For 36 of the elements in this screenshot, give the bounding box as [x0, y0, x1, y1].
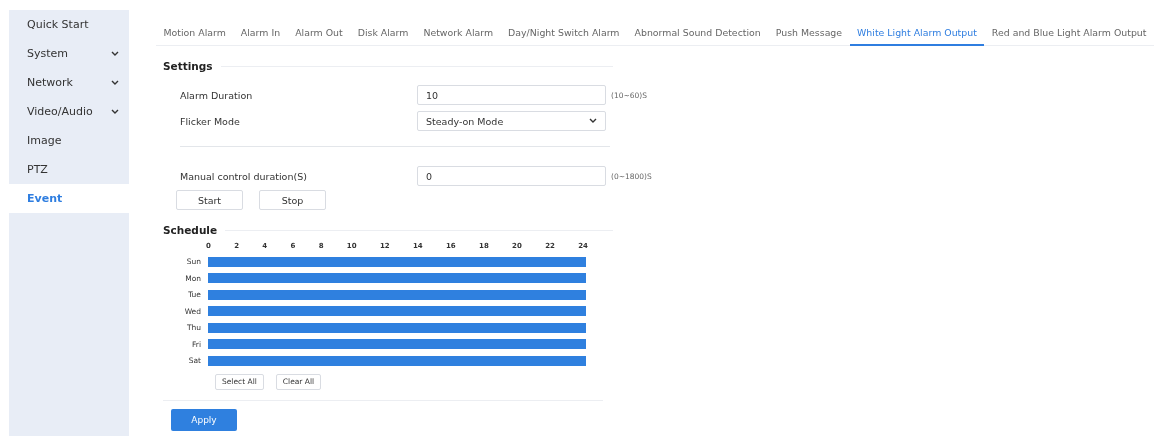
section-title: Settings: [163, 60, 213, 72]
tab[interactable]: Push Message: [768, 24, 850, 46]
field-label: Flicker Mode: [180, 115, 241, 127]
tab[interactable]: Network Alarm: [415, 24, 501, 46]
schedule-bar[interactable]: [208, 289, 586, 300]
section-title: Schedule: [163, 224, 218, 236]
chevron-down-icon: [589, 118, 597, 124]
action-button[interactable]: Stop: [259, 190, 326, 210]
schedule-bar[interactable]: [208, 256, 586, 267]
sidebar-item[interactable]: Image: [9, 126, 129, 155]
sidebar-item[interactable]: System: [9, 39, 129, 68]
schedule-bar[interactable]: [208, 355, 586, 366]
sidebar-item[interactable]: Network: [9, 68, 129, 97]
apply-button[interactable]: Apply: [171, 408, 237, 431]
input-field[interactable]: 10: [417, 85, 606, 105]
tab[interactable]: Motion Alarm: [156, 24, 234, 46]
sidebar-item[interactable]: Video/Audio: [9, 97, 129, 126]
schedule-bar[interactable]: [208, 322, 586, 333]
sidebar-item[interactable]: Quick Start: [9, 10, 129, 39]
tab[interactable]: Red and Blue Light Alarm Output: [984, 24, 1154, 46]
field-label: Manual control duration(S): [180, 170, 308, 182]
tab[interactable]: Abnormal Sound Detection: [627, 24, 769, 46]
tab[interactable]: Alarm In: [233, 24, 288, 46]
chevron-down-icon: [111, 108, 119, 115]
input-field[interactable]: 0: [417, 166, 606, 186]
field-label: Alarm Duration: [180, 89, 254, 101]
chevron-down-icon: [111, 79, 119, 86]
tab[interactable]: Alarm Out: [287, 24, 351, 46]
sidebar-item[interactable]: Event: [9, 184, 129, 213]
tab[interactable]: Day/Night Switch Alarm: [500, 24, 627, 46]
tab[interactable]: Disk Alarm: [350, 24, 416, 46]
chevron-down-icon: [111, 50, 119, 57]
sidebar-item[interactable]: PTZ: [9, 155, 129, 184]
dropdown[interactable]: Steady-on Mode: [417, 111, 606, 131]
tab[interactable]: White Light Alarm Output: [849, 24, 985, 46]
action-button[interactable]: Start: [176, 190, 243, 210]
